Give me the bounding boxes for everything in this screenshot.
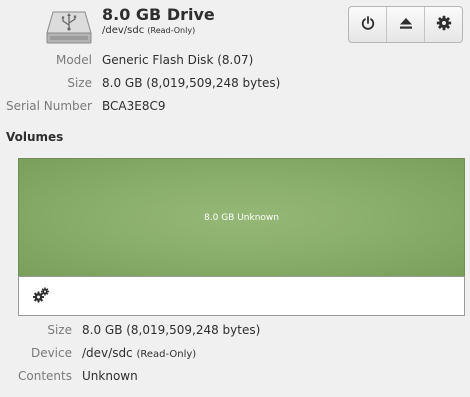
volume-block-label: 8.0 GB Unknown (204, 212, 279, 223)
volumes-heading: Volumes (6, 130, 64, 144)
volume-partition-block[interactable]: 8.0 GB Unknown (18, 158, 465, 276)
volume-detail-label: Size (47, 323, 72, 337)
drive-settings-button[interactable] (425, 7, 462, 42)
volume-read-only: (Read-Only) (136, 349, 197, 360)
volume-detail-label: Contents (18, 369, 72, 383)
drive-title: 8.0 GB Drive (102, 5, 215, 24)
power-icon (360, 15, 376, 35)
volume-detail-value: Unknown (82, 369, 138, 383)
property-row-serial: Serial Number BCA3E8C9 (0, 99, 470, 115)
volume-detail-value: /dev/sdc (Read-Only) (82, 346, 196, 360)
gear-icon (436, 15, 452, 35)
property-label: Serial Number (6, 99, 92, 113)
eject-button[interactable] (387, 7, 425, 42)
property-label: Model (55, 53, 92, 67)
power-off-button[interactable] (349, 7, 387, 42)
drive-device-line: /dev/sdc (Read-Only) (102, 25, 195, 36)
property-value: 8.0 GB (8,019,509,248 bytes) (102, 76, 281, 90)
usb-drive-icon (44, 9, 94, 45)
drive-device: /dev/sdc (102, 25, 145, 36)
property-value: BCA3E8C9 (102, 99, 166, 113)
volume-toolbar (18, 276, 465, 316)
volume-detail-value: 8.0 GB (8,019,509,248 bytes) (82, 323, 261, 337)
volume-detail-row-size: Size 8.0 GB (8,019,509,248 bytes) (0, 323, 470, 339)
volume-actions-button[interactable] (31, 286, 51, 306)
property-row-size: Size 8.0 GB (8,019,509,248 bytes) (0, 76, 470, 92)
property-row-model: Model Generic Flash Disk (8.07) (0, 53, 470, 69)
volume-detail-row-contents: Contents Unknown (0, 369, 470, 385)
drive-read-only: (Read-Only) (147, 26, 196, 35)
gears-icon (31, 287, 51, 310)
property-label: Size (67, 76, 92, 90)
drive-toolbar (348, 6, 463, 43)
volume-detail-label: Device (30, 346, 72, 360)
volume-device: /dev/sdc (82, 346, 133, 360)
property-value: Generic Flash Disk (8.07) (102, 53, 254, 67)
eject-icon (398, 15, 414, 35)
volume-detail-row-device: Device /dev/sdc (Read-Only) (0, 346, 470, 362)
